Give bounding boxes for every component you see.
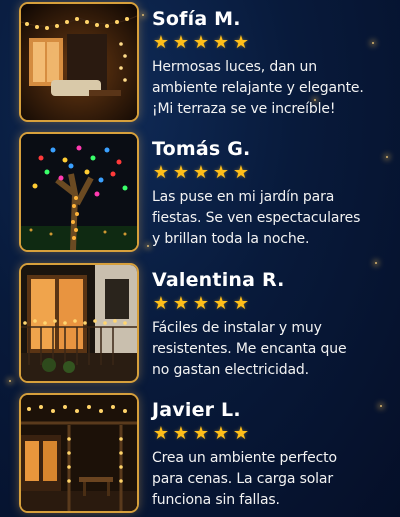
star-icon: ★ bbox=[172, 423, 190, 444]
star-icon: ★ bbox=[212, 162, 230, 183]
star-icon: ★ bbox=[192, 293, 210, 314]
terrace-lights-photo bbox=[19, 2, 139, 122]
rating-stars: ★ ★ ★ ★ ★ bbox=[152, 424, 250, 444]
review-text: Hermosas luces, dan un ambiente relajant… bbox=[152, 59, 364, 117]
star-icon: ★ bbox=[232, 162, 250, 183]
reviewer-name: Sofía M. bbox=[152, 8, 241, 30]
review-card: Tomás G. ★ ★ ★ ★ ★ Las puse en mi jardín… bbox=[19, 132, 389, 252]
review-card: Javier L. ★ ★ ★ ★ ★ Crea un ambiente per… bbox=[19, 393, 389, 513]
rating-stars: ★ ★ ★ ★ ★ bbox=[152, 163, 250, 183]
rating-stars: ★ ★ ★ ★ ★ bbox=[152, 294, 250, 314]
star-icon: ★ bbox=[192, 423, 210, 444]
star-icon: ★ bbox=[192, 162, 210, 183]
star-icon: ★ bbox=[212, 293, 230, 314]
balcony-lights-photo bbox=[19, 263, 139, 383]
star-icon: ★ bbox=[152, 423, 170, 444]
star-icon: ★ bbox=[232, 32, 250, 53]
garden-tree-lights-photo bbox=[19, 132, 139, 252]
reviewer-name: Tomás G. bbox=[152, 138, 251, 160]
star-icon: ★ bbox=[152, 32, 170, 53]
star-icon: ★ bbox=[152, 162, 170, 183]
review-text: Las puse en mi jardín para fiestas. Se v… bbox=[152, 189, 361, 247]
reviewer-name: Valentina R. bbox=[152, 269, 285, 291]
review-text: Crea un ambiente perfecto para cenas. La… bbox=[152, 450, 337, 508]
star-icon: ★ bbox=[212, 32, 230, 53]
reviewer-name: Javier L. bbox=[152, 399, 241, 421]
star-icon: ★ bbox=[152, 293, 170, 314]
star-icon: ★ bbox=[192, 32, 210, 53]
rating-stars: ★ ★ ★ ★ ★ bbox=[152, 33, 250, 53]
review-card: Sofía M. ★ ★ ★ ★ ★ Hermosas luces, dan u… bbox=[19, 2, 389, 122]
review-text: Fáciles de instalar y muy resistentes. M… bbox=[152, 320, 347, 378]
pergola-lights-photo bbox=[19, 393, 139, 513]
review-card: Valentina R. ★ ★ ★ ★ ★ Fáciles de instal… bbox=[19, 263, 389, 383]
star-icon: ★ bbox=[172, 293, 190, 314]
star-icon: ★ bbox=[212, 423, 230, 444]
star-icon: ★ bbox=[172, 32, 190, 53]
reviews-list: Sofía M. ★ ★ ★ ★ ★ Hermosas luces, dan u… bbox=[0, 0, 400, 517]
star-icon: ★ bbox=[172, 162, 190, 183]
star-icon: ★ bbox=[232, 423, 250, 444]
star-icon: ★ bbox=[232, 293, 250, 314]
